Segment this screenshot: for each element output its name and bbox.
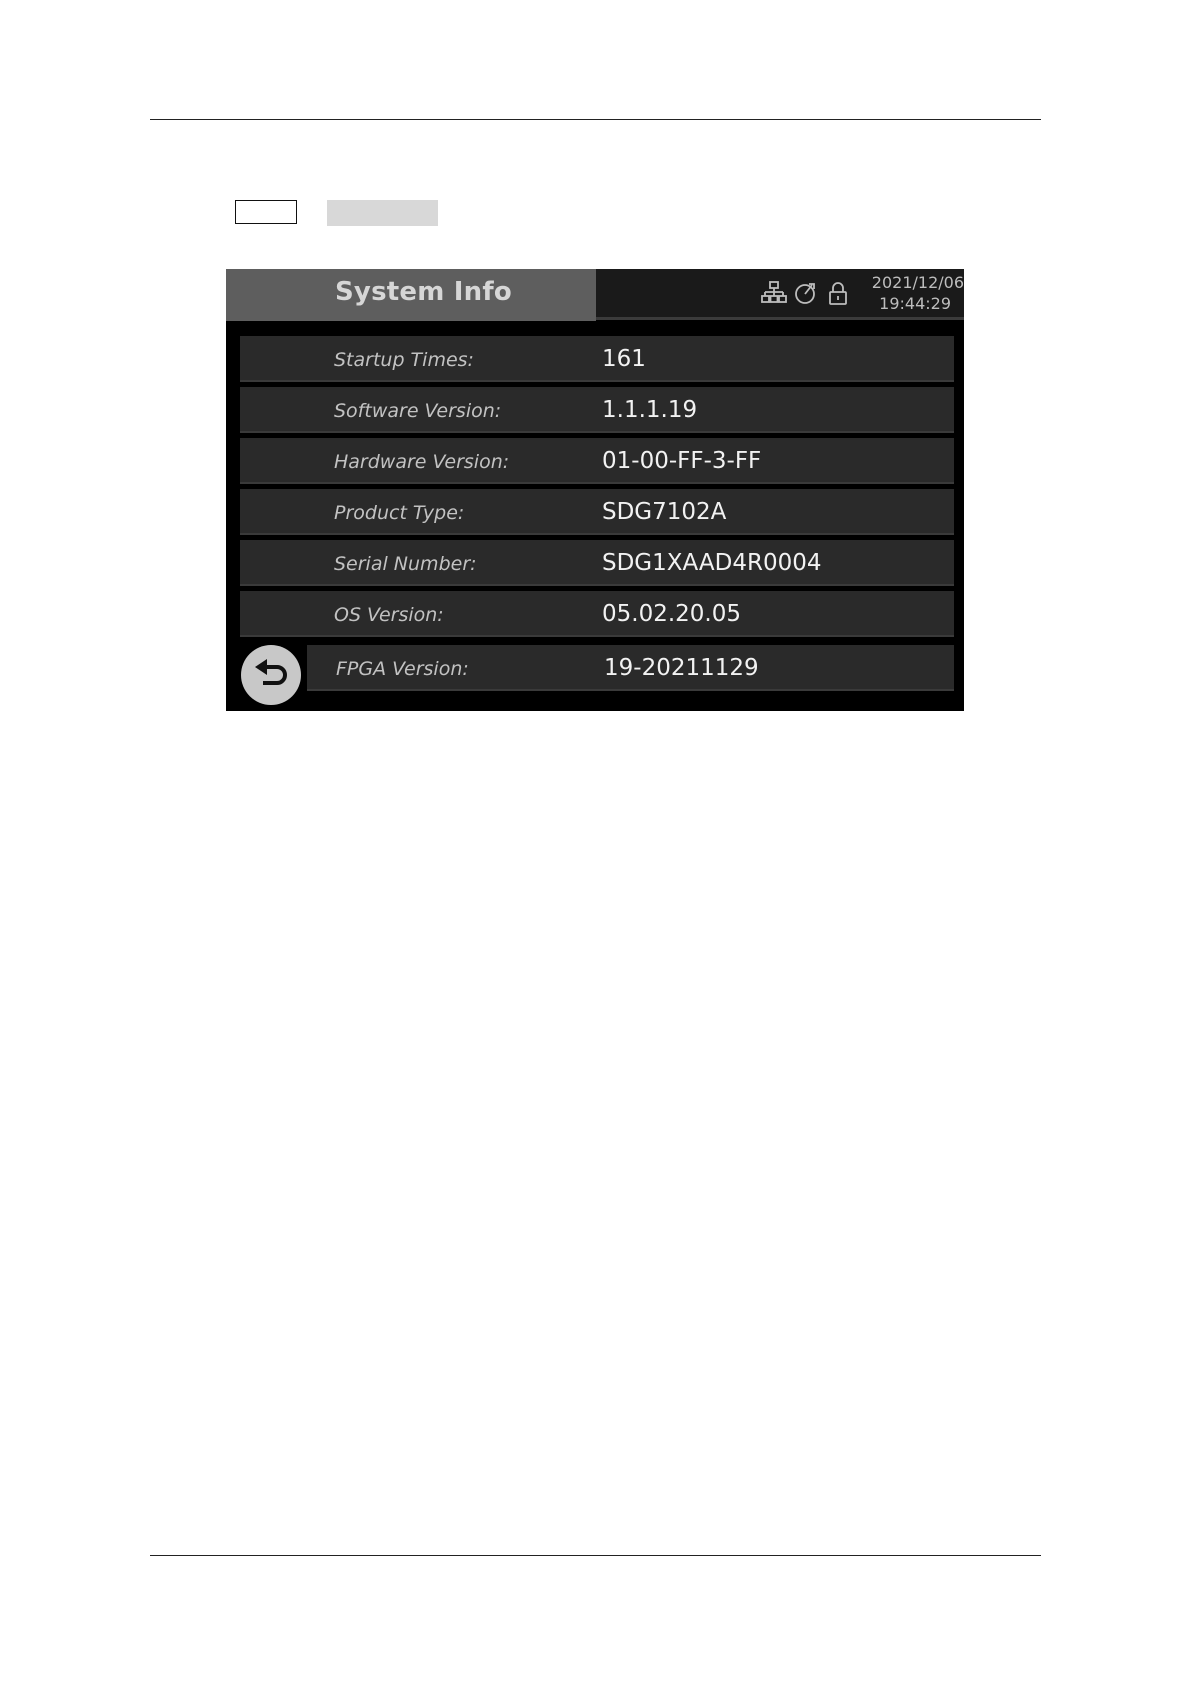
row-label: Startup Times:	[334, 349, 474, 371]
info-row-os-version: OS Version: 05.02.20.05	[240, 591, 954, 637]
system-info-screen: System Info 2021/12/06 19:44:29 Startup …	[226, 269, 964, 711]
status-time: 19:44:29	[879, 294, 951, 313]
row-value: 05.02.20.05	[602, 601, 741, 627]
row-value: 1.1.1.19	[602, 397, 698, 423]
page-footer-rule	[150, 1555, 1041, 1556]
row-label: Software Version:	[334, 400, 502, 422]
status-date: 2021/12/06	[871, 273, 964, 292]
row-value: SDG7102A	[602, 499, 727, 525]
row-value: 01-00-FF-3-FF	[602, 448, 762, 474]
menu-highlight-marker	[327, 200, 438, 226]
lock-icon	[825, 280, 851, 306]
row-label: Serial Number:	[334, 553, 477, 575]
row-label: FPGA Version:	[336, 658, 469, 680]
row-label: Product Type:	[334, 502, 465, 524]
row-value: 19-20211129	[604, 655, 759, 681]
row-label: OS Version:	[334, 604, 444, 626]
row-label: Hardware Version:	[334, 451, 510, 473]
info-row-fpga-version: FPGA Version: 19-20211129	[307, 645, 954, 691]
key-outline-marker	[235, 200, 297, 224]
row-value: SDG1XAAD4R0004	[602, 550, 822, 576]
page-title: System Info	[335, 277, 512, 307]
info-row-serial-number: Serial Number: SDG1XAAD4R0004	[240, 540, 954, 586]
page-header-rule	[150, 119, 1041, 120]
info-row-product-type: Product Type: SDG7102A	[240, 489, 954, 535]
title-bar: System Info	[226, 269, 596, 321]
info-row-hardware-version: Hardware Version: 01-00-FF-3-FF	[240, 438, 954, 484]
info-row-startup-times: Startup Times: 161	[240, 336, 954, 382]
row-value: 161	[602, 346, 646, 372]
status-bar: 2021/12/06 19:44:29	[596, 269, 964, 320]
back-arrow-icon	[255, 659, 287, 685]
back-button[interactable]	[241, 645, 301, 705]
network-icon	[761, 280, 787, 306]
clock-sync-icon	[793, 280, 819, 306]
info-row-software-version: Software Version: 1.1.1.19	[240, 387, 954, 433]
